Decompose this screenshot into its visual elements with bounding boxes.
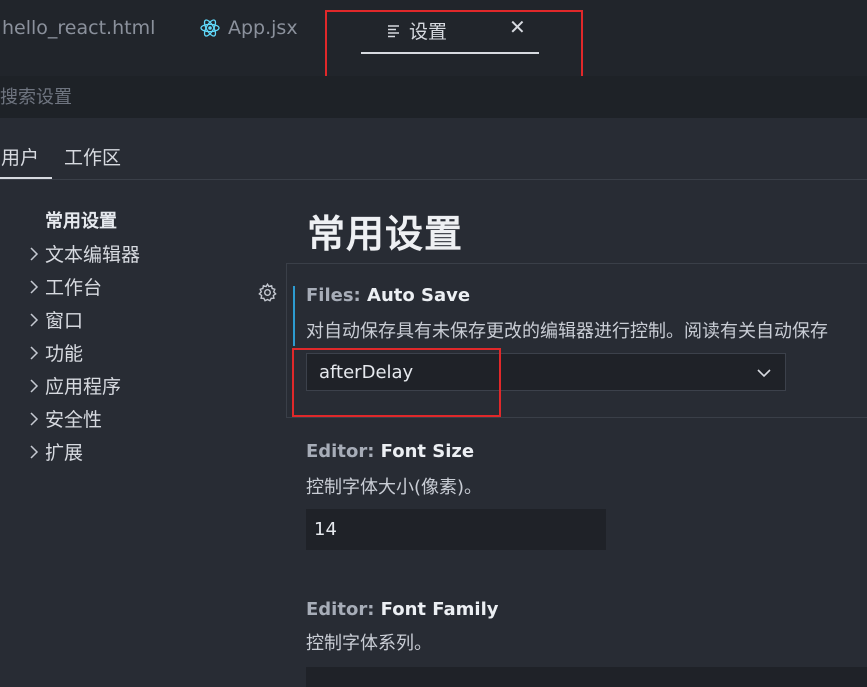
toc-item-label: 扩展 — [45, 442, 84, 464]
chevron-down-icon — [757, 369, 771, 378]
tab-hello-react[interactable]: hello_react.html — [2, 17, 155, 39]
setting-title-font-size: Editor: Font Size — [306, 441, 474, 462]
settings-search-bar — [0, 76, 867, 118]
toc-item-workbench[interactable]: 工作台 — [24, 273, 102, 300]
font-family-input[interactable] — [306, 667, 867, 687]
chevron-right-icon — [30, 411, 39, 426]
tab-user[interactable]: 用户 — [1, 143, 39, 170]
chevron-right-icon — [30, 279, 39, 294]
chevron-right-icon — [30, 378, 39, 393]
tab-app-jsx[interactable]: App.jsx — [200, 17, 298, 39]
toc-item-label: 功能 — [45, 343, 84, 365]
divider — [0, 179, 867, 180]
setting-description: 控制字体大小(像素)。 — [306, 477, 483, 498]
focus-indicator — [293, 286, 295, 346]
toc-item-commonly-used[interactable]: 常用设置 — [45, 207, 117, 233]
toc-item-security[interactable]: 安全性 — [24, 405, 102, 432]
chevron-right-icon — [30, 345, 39, 360]
chevron-right-icon — [30, 246, 39, 261]
toc-item-window[interactable]: 窗口 — [24, 306, 83, 333]
close-icon[interactable]: ✕ — [509, 15, 526, 39]
tab-settings[interactable]: 设置 — [386, 17, 447, 44]
gear-icon[interactable] — [257, 282, 278, 303]
setting-description: 对自动保存具有未保存更改的编辑器进行控制。阅读有关自动保存 — [306, 321, 828, 342]
tab-label: 设置 — [409, 21, 448, 43]
font-size-input[interactable] — [306, 509, 606, 550]
toc-item-label: 文本编辑器 — [45, 244, 141, 266]
toc-item-label: 安全性 — [45, 409, 103, 431]
setting-name: Font Family — [380, 599, 499, 620]
setting-name: Font Size — [380, 441, 475, 462]
setting-title-auto-save: Files: Auto Save — [306, 285, 470, 306]
toc-item-label: 应用程序 — [45, 376, 122, 398]
tab-workspace[interactable]: 工作区 — [64, 143, 121, 170]
settings-editor-icon — [388, 24, 399, 37]
toc-item-label: 工作台 — [45, 277, 103, 299]
setting-category: Editor: — [306, 599, 381, 620]
auto-save-select[interactable]: afterDelay — [306, 353, 786, 391]
toc-item-application[interactable]: 应用程序 — [24, 372, 121, 399]
setting-category: Editor: — [306, 441, 381, 462]
setting-title-font-family: Editor: Font Family — [306, 599, 499, 620]
section-title: 常用设置 — [307, 212, 464, 256]
chevron-right-icon — [30, 312, 39, 327]
setting-description: 控制字体系列。 — [306, 633, 432, 654]
active-tab-indicator — [361, 52, 539, 54]
react-icon — [200, 19, 220, 37]
setting-name: Auto Save — [367, 285, 471, 306]
tab-label: hello_react.html — [2, 17, 156, 39]
editor-tab-bar: hello_react.html App.jsx 设置 ✕ — [0, 0, 867, 76]
toc-item-extensions[interactable]: 扩展 — [24, 438, 83, 465]
toc-item-features[interactable]: 功能 — [24, 339, 83, 366]
chevron-right-icon — [30, 444, 39, 459]
setting-category: Files: — [306, 285, 368, 306]
select-value: afterDelay — [319, 361, 414, 383]
search-input[interactable] — [0, 76, 867, 118]
tab-label: App.jsx — [228, 17, 298, 39]
toc-item-text-editor[interactable]: 文本编辑器 — [24, 240, 140, 267]
toc-item-label: 窗口 — [45, 310, 84, 332]
